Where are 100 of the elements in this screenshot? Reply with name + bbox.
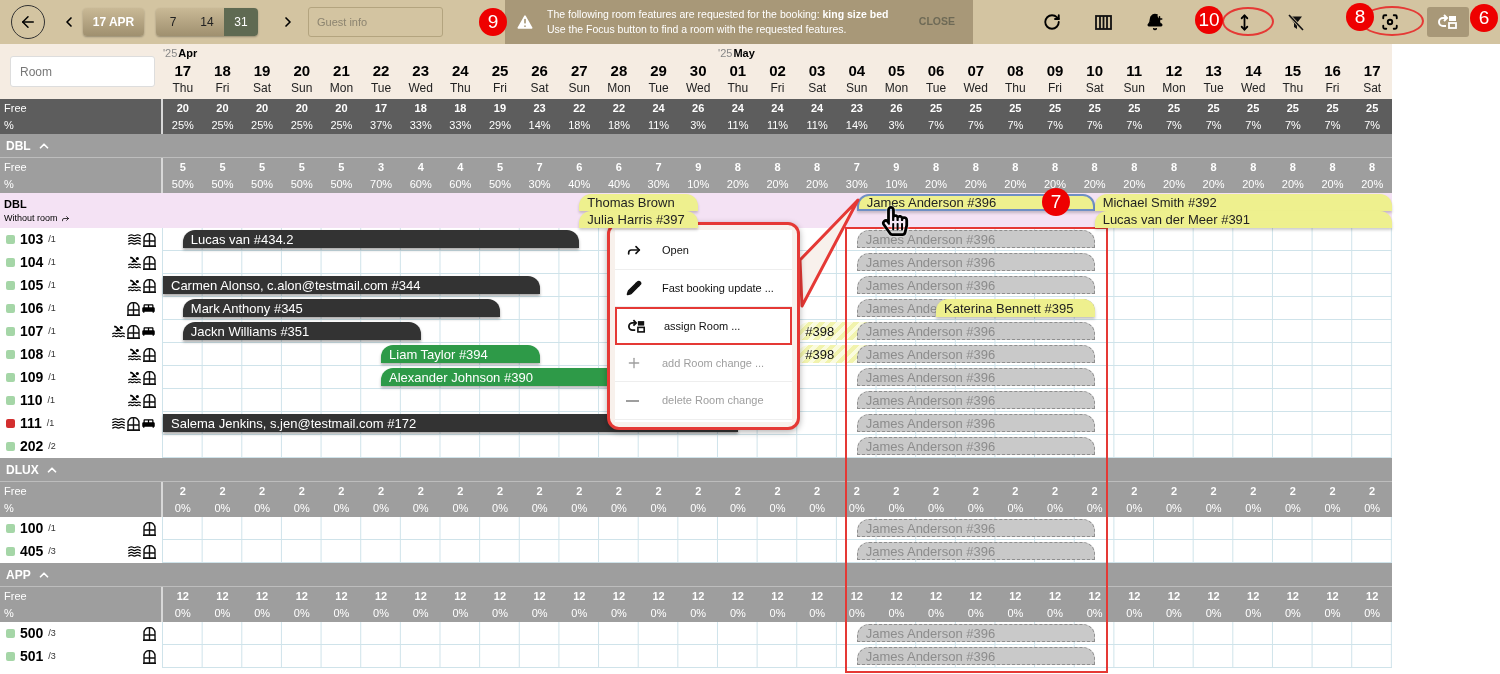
free-count: 2 bbox=[1329, 483, 1336, 499]
weekday-label: Mon bbox=[607, 80, 631, 96]
free-percent: 0% bbox=[1284, 605, 1301, 621]
group-name: DLUX bbox=[6, 461, 39, 479]
day-number: 03 bbox=[808, 61, 826, 80]
free-count: 2 bbox=[972, 483, 979, 499]
free-percent: 0% bbox=[1284, 500, 1301, 516]
free-percent: 0% bbox=[1166, 605, 1182, 621]
day-number: 14 bbox=[1244, 61, 1262, 80]
free-percent: 7% bbox=[1205, 117, 1222, 133]
free-count: 12 bbox=[374, 588, 388, 604]
free-count: 2 bbox=[1051, 483, 1059, 499]
free-percent: 20% bbox=[1281, 176, 1304, 192]
free-percent: 20% bbox=[1083, 176, 1106, 192]
free-count: 2 bbox=[496, 483, 504, 499]
free-count: 6 bbox=[576, 159, 583, 175]
day-number: 20 bbox=[293, 61, 311, 80]
free-percent: 0% bbox=[769, 605, 786, 621]
free-count: 18 bbox=[414, 100, 427, 116]
free-count: 4 bbox=[417, 159, 424, 175]
free-percent: 0% bbox=[650, 605, 667, 621]
free-percent: 30% bbox=[845, 176, 868, 192]
free-count: 23 bbox=[850, 100, 863, 116]
free-count: 12 bbox=[216, 588, 229, 604]
day-number: 16 bbox=[1324, 61, 1341, 80]
free-percent: 0% bbox=[690, 605, 707, 621]
free-count: 12 bbox=[1366, 588, 1379, 604]
weekday-label: Sat bbox=[530, 80, 549, 96]
free-count: 26 bbox=[692, 100, 705, 116]
free-percent: 7% bbox=[1245, 117, 1262, 133]
weekday-label: Thu bbox=[450, 80, 471, 96]
free-percent: 0% bbox=[1205, 500, 1222, 516]
free-count: 12 bbox=[969, 588, 982, 604]
free-percent: 29% bbox=[488, 117, 511, 133]
free-percent: 70% bbox=[370, 176, 393, 192]
free-count: 12 bbox=[1247, 588, 1260, 604]
free-count: 8 bbox=[1329, 159, 1336, 175]
day-number: 24 bbox=[452, 61, 469, 80]
free-percent: 0% bbox=[1007, 605, 1024, 621]
free-count: 2 bbox=[814, 483, 821, 499]
room-capacity: /3 bbox=[48, 626, 56, 640]
free-count: 24 bbox=[731, 100, 744, 116]
free-percent: 20% bbox=[1123, 176, 1146, 192]
weekday-label: Tue bbox=[648, 80, 669, 96]
free-count: 24 bbox=[811, 100, 824, 116]
free-percent: 0% bbox=[412, 500, 429, 516]
free-percent: 0% bbox=[769, 500, 786, 516]
weekday-label: Tue bbox=[925, 80, 947, 96]
free-percent: 0% bbox=[729, 605, 746, 621]
free-count: 12 bbox=[335, 588, 348, 604]
day-number: 15 bbox=[1284, 61, 1302, 80]
free-count: 12 bbox=[1048, 588, 1062, 604]
free-count: 6 bbox=[615, 159, 622, 175]
banner-message: The following room features are requested for the booking: king size bed bbox=[547, 7, 889, 22]
free-count: 2 bbox=[338, 483, 345, 499]
weekday-label: Thu bbox=[1005, 80, 1026, 96]
room-capacity: /1 bbox=[46, 416, 55, 430]
day-number: 07 bbox=[967, 61, 985, 80]
free-count: 18 bbox=[454, 100, 467, 116]
free-percent: 0% bbox=[928, 605, 944, 621]
free-count: 3 bbox=[377, 159, 385, 175]
free-count: 25 bbox=[1366, 100, 1379, 116]
free-percent: 0% bbox=[1205, 605, 1222, 621]
free-percent: 0% bbox=[928, 500, 944, 516]
free-percent: 7% bbox=[1284, 117, 1301, 133]
free-count: 5 bbox=[496, 159, 504, 175]
room-capacity: /1 bbox=[48, 324, 56, 338]
free-percent: 14% bbox=[528, 117, 551, 133]
day-number: 27 bbox=[570, 61, 588, 80]
free-percent: 0% bbox=[729, 500, 746, 516]
free-count: 25 bbox=[1207, 100, 1220, 116]
free-percent: 50% bbox=[171, 176, 194, 192]
free-count: 5 bbox=[338, 159, 345, 175]
free-percent: 0% bbox=[690, 500, 707, 516]
weekday-label: Wed bbox=[1241, 80, 1266, 96]
free-count: 25 bbox=[1048, 100, 1062, 116]
free-count: 8 bbox=[972, 159, 979, 175]
free-percent: 0% bbox=[1166, 500, 1182, 516]
free-count: 8 bbox=[1289, 159, 1296, 175]
year-label: '25 bbox=[163, 46, 178, 61]
free-percent: 0% bbox=[1245, 605, 1262, 621]
free-percent: 0% bbox=[492, 605, 508, 621]
free-percent: 0% bbox=[1324, 500, 1341, 516]
free-percent: 0% bbox=[1047, 605, 1063, 621]
free-percent: 0% bbox=[848, 500, 865, 516]
free-count: 25 bbox=[1088, 100, 1101, 116]
free-count: 2 bbox=[1170, 483, 1177, 499]
weekday-label: Wed bbox=[408, 80, 433, 96]
day-number: 06 bbox=[927, 61, 945, 80]
free-count: 2 bbox=[774, 483, 781, 499]
free-count: 2 bbox=[1250, 483, 1257, 499]
weekday-label: Sun bbox=[291, 80, 313, 96]
free-percent: 40% bbox=[607, 176, 630, 192]
row-subtitle: Without room bbox=[4, 212, 58, 225]
free-count: 12 bbox=[1009, 588, 1022, 604]
free-percent: 0% bbox=[888, 605, 905, 621]
room-capacity: /1 bbox=[48, 278, 56, 292]
free-percent: 0% bbox=[888, 500, 905, 516]
free-count: 25 bbox=[1167, 100, 1181, 116]
free-count: 12 bbox=[1167, 588, 1181, 604]
